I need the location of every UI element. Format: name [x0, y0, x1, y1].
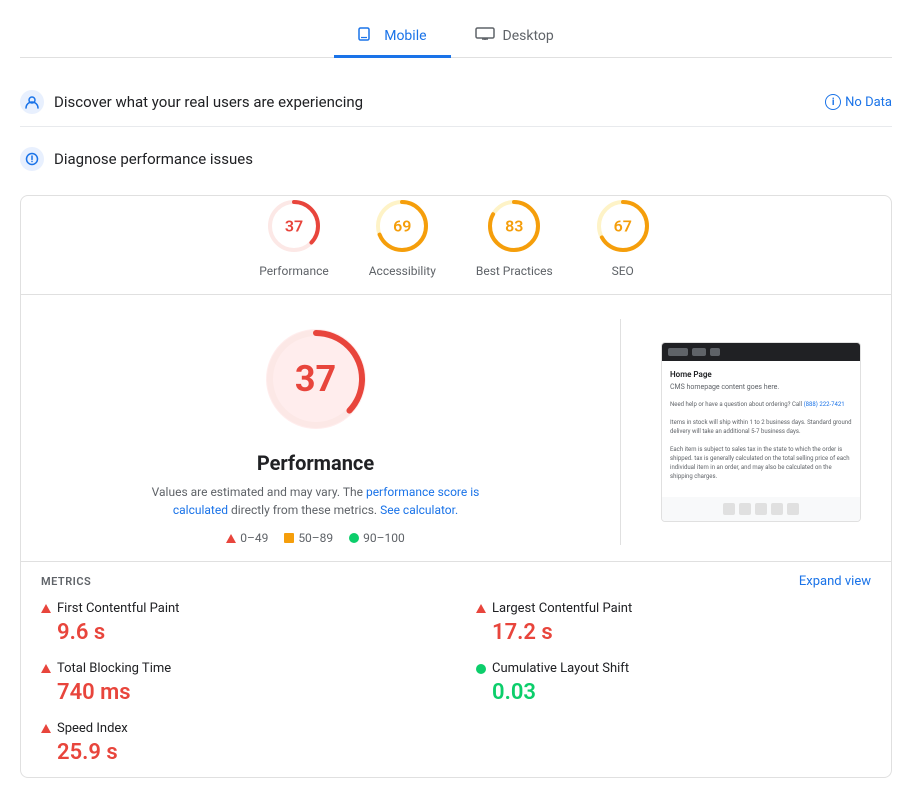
metric-si-status-icon — [41, 724, 51, 733]
legend-range-fail: 0–49 — [240, 531, 268, 545]
preview-content: Need help or have a question about order… — [670, 400, 852, 481]
no-data-button[interactable]: i No Data — [825, 94, 892, 110]
big-gauge-value: 37 — [295, 358, 336, 400]
metric-fcp-label: First Contentful Paint — [57, 601, 179, 616]
score-cards: 37 Performance 69 Accessibility — [21, 196, 891, 295]
metric-si: Speed Index 25.9 s — [41, 721, 436, 765]
metric-fcp-status-icon — [41, 604, 51, 613]
real-users-icon — [20, 90, 44, 114]
gauge-performance: 37 — [264, 196, 324, 256]
metric-lcp-label: Largest Contentful Paint — [492, 601, 632, 616]
metric-tbt-header: Total Blocking Time — [41, 661, 436, 676]
score-value-best-practices: 83 — [505, 217, 523, 236]
see-calculator-link[interactable]: See calculator. — [380, 503, 458, 517]
score-value-accessibility: 69 — [393, 217, 411, 236]
metric-tbt-value: 740 ms — [41, 680, 436, 705]
legend-item-average: 50–89 — [284, 531, 333, 545]
metric-cls-label: Cumulative Layout Shift — [492, 661, 629, 676]
metric-lcp-status-icon — [476, 604, 486, 613]
perf-right-panel: Home Page CMS homepage content goes here… — [651, 319, 871, 545]
diagnose-icon — [20, 147, 44, 171]
metric-fcp-header: First Contentful Paint — [41, 601, 436, 616]
preview-topbar — [662, 343, 860, 361]
legend-range-pass: 90–100 — [363, 531, 405, 545]
metric-fcp-value: 9.6 s — [41, 620, 436, 645]
preview-topbar-dot — [668, 348, 688, 356]
info-icon: i — [825, 94, 841, 110]
score-card-performance[interactable]: 37 Performance — [259, 196, 328, 278]
score-label-performance: Performance — [259, 264, 328, 278]
real-users-title: Discover what your real users are experi… — [54, 93, 815, 111]
social-icon-1 — [723, 503, 735, 515]
score-label-seo: SEO — [612, 264, 634, 278]
legend-item-fail: 0–49 — [226, 531, 268, 545]
tab-mobile-label: Mobile — [384, 28, 426, 44]
big-gauge: 37 — [256, 319, 376, 439]
metric-tbt-status-icon — [41, 664, 51, 673]
tab-desktop[interactable]: Desktop — [451, 17, 578, 58]
legend-row: 0–49 50–89 90–100 — [226, 531, 405, 545]
perf-divider — [620, 319, 621, 545]
legend-range-average: 50–89 — [298, 531, 333, 545]
metric-cls-header: Cumulative Layout Shift — [476, 661, 871, 676]
preview-subheading: CMS homepage content goes here. — [670, 383, 852, 393]
metrics-header: METRICS Expand view — [41, 574, 871, 589]
expand-view-button[interactable]: Expand view — [799, 574, 871, 589]
gauge-seo: 67 — [593, 196, 653, 256]
gauge-accessibility: 69 — [372, 196, 432, 256]
score-label-best-practices: Best Practices — [476, 264, 553, 278]
fail-icon — [226, 534, 236, 543]
preview-topbar-dot3 — [710, 348, 720, 356]
metric-tbt: Total Blocking Time 740 ms — [41, 661, 436, 705]
metric-cls-value: 0.03 — [476, 680, 871, 705]
score-value-seo: 67 — [614, 217, 632, 236]
score-card-best-practices[interactable]: 83 Best Practices — [476, 196, 553, 278]
metric-lcp: Largest Contentful Paint 17.2 s — [476, 601, 871, 645]
pass-icon — [349, 533, 359, 543]
metric-lcp-header: Largest Contentful Paint — [476, 601, 871, 616]
metrics-title: METRICS — [41, 575, 91, 588]
mobile-icon — [358, 27, 376, 45]
main-card: 37 Performance 69 Accessibility — [20, 195, 892, 778]
real-users-row: Discover what your real users are experi… — [20, 78, 892, 127]
metric-si-label: Speed Index — [57, 721, 128, 736]
metric-tbt-label: Total Blocking Time — [57, 661, 171, 676]
perf-description: Values are estimated and may vary. The p… — [126, 483, 506, 519]
diagnose-title: Diagnose performance issues — [54, 150, 892, 168]
metrics-section: METRICS Expand view First Contentful Pai… — [21, 561, 891, 777]
social-icon-5 — [787, 503, 799, 515]
preview-topbar-dot2 — [692, 348, 706, 356]
tab-desktop-label: Desktop — [503, 28, 554, 44]
average-icon — [284, 533, 294, 543]
metric-si-header: Speed Index — [41, 721, 436, 736]
performance-detail: 37 Performance Values are estimated and … — [21, 295, 891, 561]
preview-footer — [662, 497, 860, 521]
social-icon-3 — [755, 503, 767, 515]
gauge-best-practices: 83 — [484, 196, 544, 256]
metric-si-value: 25.9 s — [41, 740, 436, 765]
legend-item-pass: 90–100 — [349, 531, 405, 545]
tabs-bar: Mobile Desktop — [20, 16, 892, 58]
preview-heading: Home Page — [670, 369, 852, 380]
preview-body: Home Page CMS homepage content goes here… — [662, 361, 860, 498]
metrics-grid: First Contentful Paint 9.6 s Largest Con… — [41, 601, 871, 765]
perf-left-panel: 37 Performance Values are estimated and … — [41, 319, 590, 545]
metric-lcp-value: 17.2 s — [476, 620, 871, 645]
social-icon-2 — [739, 503, 751, 515]
diagnose-row: Diagnose performance issues — [20, 135, 892, 183]
metric-cls-status-icon — [476, 664, 486, 674]
site-preview: Home Page CMS homepage content goes here… — [661, 342, 861, 523]
desktop-icon — [475, 27, 495, 45]
metric-cls: Cumulative Layout Shift 0.03 — [476, 661, 871, 705]
score-card-accessibility[interactable]: 69 Accessibility — [369, 196, 436, 278]
perf-title: Performance — [257, 451, 374, 475]
score-label-accessibility: Accessibility — [369, 264, 436, 278]
score-card-seo[interactable]: 67 SEO — [593, 196, 653, 278]
score-value-performance: 37 — [285, 217, 303, 236]
no-data-label: No Data — [845, 95, 892, 110]
tab-mobile[interactable]: Mobile — [334, 17, 450, 58]
metric-fcp: First Contentful Paint 9.6 s — [41, 601, 436, 645]
social-icon-4 — [771, 503, 783, 515]
